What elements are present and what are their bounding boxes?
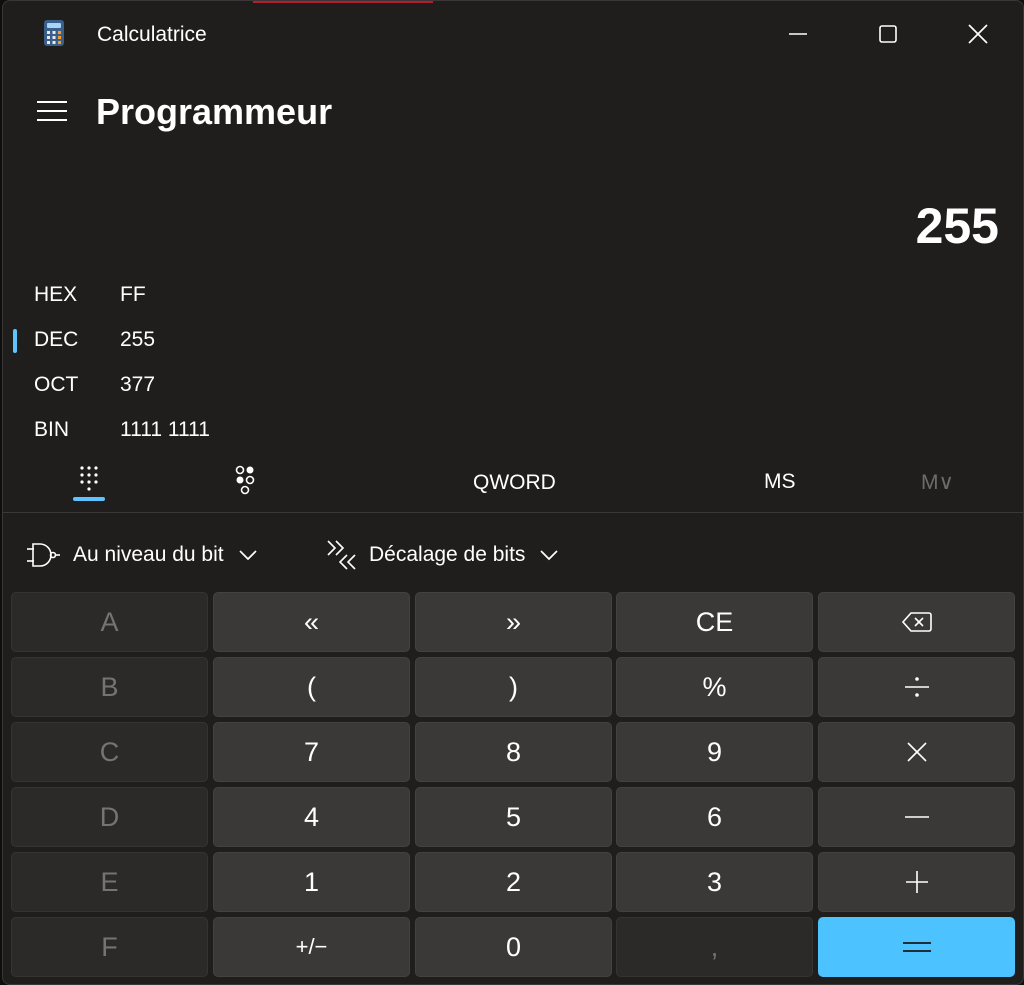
digit-4-button[interactable]: 4: [213, 787, 410, 847]
open-paren-button[interactable]: (: [213, 657, 410, 717]
plus-icon: [905, 871, 928, 893]
left-shift-button[interactable]: «: [213, 592, 410, 652]
right-shift-button[interactable]: »: [415, 592, 612, 652]
radix-value: 255: [120, 328, 156, 351]
calculator-window: Calculatrice Programmeur 255 HEX FF DEC …: [2, 0, 1024, 985]
equals-button[interactable]: [818, 917, 1015, 977]
divide-icon: [904, 677, 929, 697]
radix-label: OCT: [34, 373, 79, 396]
backspace-button[interactable]: [818, 592, 1015, 652]
hamburger-icon: [37, 101, 67, 121]
options-bar: QWORD MS M∨: [3, 461, 1023, 507]
multiply-button[interactable]: [818, 722, 1015, 782]
hex-d-button[interactable]: D: [11, 787, 208, 847]
divider: [3, 512, 1023, 513]
radix-label: BIN: [34, 418, 70, 441]
memory-list-button[interactable]: M∨: [921, 470, 954, 495]
page-title: Programmeur: [96, 91, 333, 132]
multiply-icon: [906, 742, 927, 762]
digit-6-button[interactable]: 6: [616, 787, 813, 847]
radix-value: 1111 1111: [120, 418, 210, 441]
bitwise-dropdown-label: Au niveau du bit: [73, 543, 224, 566]
decimal-separator-button[interactable]: ,: [616, 917, 813, 977]
result-display: 255: [915, 198, 999, 254]
close-button[interactable]: [955, 11, 1001, 57]
clear-entry-button[interactable]: CE: [616, 592, 813, 652]
radix-label: HEX: [34, 283, 78, 306]
digit-7-button[interactable]: 7: [213, 722, 410, 782]
maximize-button[interactable]: [865, 11, 911, 57]
calculator-app-icon: [44, 20, 64, 46]
chevron-down-icon: [540, 550, 559, 561]
minus-icon: [904, 816, 929, 818]
bitshift-dropdown[interactable]: Décalage de bits: [325, 533, 559, 577]
negate-button[interactable]: +/−: [213, 917, 410, 977]
memory-store-button[interactable]: MS: [764, 470, 796, 494]
digit-5-button[interactable]: 5: [415, 787, 612, 847]
digit-0-button[interactable]: 0: [415, 917, 612, 977]
word-size-button[interactable]: QWORD: [473, 471, 556, 495]
keypad-icon: [80, 466, 98, 491]
bitwise-dropdown[interactable]: Au niveau du bit: [25, 533, 258, 577]
chevron-down-icon: [239, 550, 257, 561]
digit-8-button[interactable]: 8: [415, 722, 612, 782]
close-paren-button[interactable]: ): [415, 657, 612, 717]
selected-indicator: [13, 329, 17, 353]
radix-hex[interactable]: HEX FF: [3, 275, 303, 315]
radix-bin[interactable]: BIN 1111 1111: [3, 410, 303, 450]
bit-toggling-keypad-tab[interactable]: [229, 463, 263, 499]
bit-toggle-icon: [235, 465, 255, 495]
negate-label: +/−: [295, 934, 328, 959]
digit-2-button[interactable]: 2: [415, 852, 612, 912]
maximize-icon: [879, 25, 897, 43]
divide-button[interactable]: [818, 657, 1015, 717]
radix-dec[interactable]: DEC 255: [3, 320, 303, 360]
bitshift-dropdown-label: Décalage de bits: [369, 543, 526, 566]
subtract-button[interactable]: [818, 787, 1015, 847]
radix-value: 377: [120, 373, 156, 396]
add-button[interactable]: [818, 852, 1015, 912]
minimize-button[interactable]: [775, 11, 821, 57]
window-title: Calculatrice: [97, 23, 207, 46]
hex-f-button[interactable]: F: [11, 917, 208, 977]
backspace-icon: [901, 612, 932, 632]
radix-value: FF: [120, 283, 146, 306]
hex-a-button[interactable]: A: [11, 592, 208, 652]
hex-b-button[interactable]: B: [11, 657, 208, 717]
radix-label: DEC: [34, 328, 79, 351]
logic-gate-icon: [27, 543, 60, 567]
minimize-icon: [789, 33, 807, 35]
close-icon: [968, 24, 988, 44]
modulo-button[interactable]: %: [616, 657, 813, 717]
radix-oct[interactable]: OCT 377: [3, 365, 303, 405]
hex-e-button[interactable]: E: [11, 852, 208, 912]
active-tab-indicator: [73, 497, 105, 501]
hex-c-button[interactable]: C: [11, 722, 208, 782]
equals-icon: [902, 942, 931, 952]
title-bar[interactable]: Calculatrice: [3, 1, 1023, 67]
digit-9-button[interactable]: 9: [616, 722, 813, 782]
bit-shift-icon: [327, 540, 356, 570]
digit-1-button[interactable]: 1: [213, 852, 410, 912]
navigation-menu-button[interactable]: [29, 91, 75, 131]
digit-3-button[interactable]: 3: [616, 852, 813, 912]
